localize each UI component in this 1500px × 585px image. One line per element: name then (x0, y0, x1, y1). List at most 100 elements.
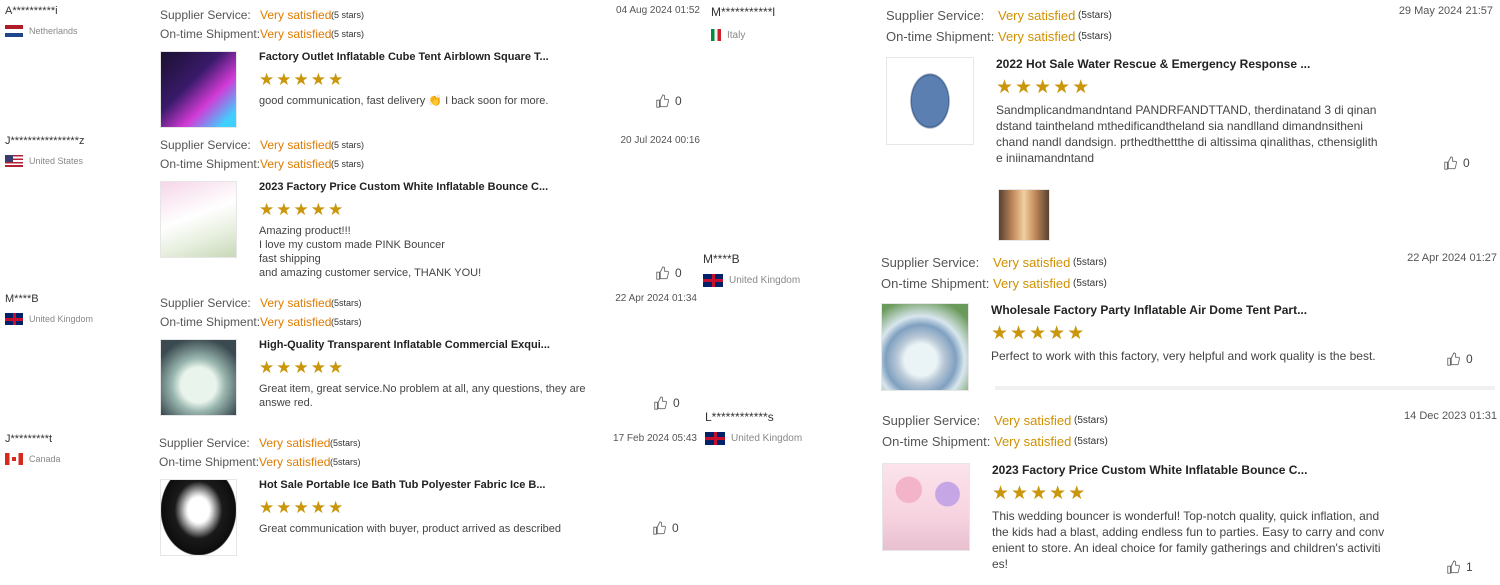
italy-flag-icon (711, 29, 721, 41)
rating-value: Very satisfied (994, 413, 1072, 428)
star-icon: ★ (1048, 323, 1066, 344)
product-block: 2023 Factory Price Custom White Inflatab… (160, 181, 548, 280)
like-count: 0 (1463, 156, 1470, 170)
review-card: M****B United Kingdom Supplier Service: … (703, 252, 1497, 392)
star-icon: ★ (259, 498, 275, 517)
review-date: 22 Apr 2024 01:27 (1407, 252, 1497, 264)
product-title-link[interactable]: 2023 Factory Price Custom White Inflatab… (259, 181, 548, 193)
netherlands-flag-icon (5, 25, 23, 37)
product-thumbnail[interactable] (160, 181, 237, 258)
ratings: Supplier Service: Very satisfied (5stars… (159, 433, 361, 471)
star-icon: ★ (1029, 323, 1047, 344)
review-card: J****************z United States Supplie… (5, 135, 700, 285)
thumbs-up-icon (1447, 560, 1460, 574)
reviewer-info: J****************z United States (5, 135, 155, 167)
reviewer-country: Canada (5, 453, 155, 465)
review-text-line: fast shipping (259, 253, 321, 265)
like-button[interactable]: 0 (653, 396, 680, 410)
star-icon: ★ (1015, 77, 1033, 98)
ratings: Supplier Service: Very satisfied (5stars… (882, 410, 1108, 452)
rating-stars-note: (5stars) (1078, 31, 1112, 42)
product-thumbnail[interactable] (882, 463, 970, 551)
review-date: 22 Apr 2024 01:34 (615, 293, 697, 304)
product-title-link[interactable]: Wholesale Factory Party Inflatable Air D… (991, 303, 1376, 317)
united-states-flag-icon (5, 155, 23, 167)
product-block: High-Quality Transparent Inflatable Comm… (160, 339, 609, 416)
like-button[interactable]: 0 (655, 266, 682, 280)
reviewer-info: J*********t Canada (5, 433, 155, 465)
supplier-service-label: Supplier Service: (881, 255, 980, 270)
product-thumbnail[interactable] (881, 303, 969, 391)
supplier-service-label: Supplier Service: (160, 137, 251, 152)
ratings: Supplier Service: Very satisfied (5 star… (160, 135, 364, 173)
reviewer-name: L************s (705, 410, 774, 424)
product-title-link[interactable]: Factory Outlet Inflatable Cube Tent Airb… (259, 51, 549, 63)
rating-value: Very satisfied (260, 137, 332, 152)
product-title-link[interactable]: Hot Sale Portable Ice Bath Tub Polyester… (259, 479, 561, 491)
rating-stars-note: (5 stars) (331, 9, 365, 20)
star-icon: ★ (991, 323, 1009, 344)
product-title-link[interactable]: High-Quality Transparent Inflatable Comm… (259, 339, 609, 351)
like-count: 0 (1466, 352, 1473, 366)
supplier-service-rating: Supplier Service: Very satisfied (5 star… (160, 135, 364, 154)
product-title-link[interactable]: 2023 Factory Price Custom White Inflatab… (992, 463, 1392, 477)
like-button[interactable]: 0 (655, 94, 682, 108)
supplier-service-rating: Supplier Service: Very satisfied (5stars… (882, 410, 1108, 431)
like-button[interactable]: 0 (652, 521, 679, 535)
review-text: Amazing product!!! I love my custom made… (259, 224, 548, 280)
supplier-service-rating: Supplier Service: Very satisfied (5 star… (160, 5, 364, 24)
reviewer-name: M****B (5, 293, 39, 305)
product-thumbnail[interactable] (160, 339, 237, 416)
country-name: United States (29, 156, 84, 166)
supplier-service-rating: Supplier Service: Very satisfied (5stars… (881, 252, 1107, 273)
star-rating: ★ ★ ★ ★ ★ (259, 71, 549, 88)
reviewer-name: J*********t (5, 433, 53, 445)
product-block: Factory Outlet Inflatable Cube Tent Airb… (160, 51, 549, 128)
star-icon: ★ (1072, 77, 1090, 98)
on-time-shipment-rating: On-time Shipment: Very satisfied (5stars… (881, 273, 1107, 294)
star-icon: ★ (310, 358, 326, 377)
like-count: 1 (1466, 560, 1473, 574)
on-time-shipment-label: On-time Shipment: (160, 26, 261, 41)
on-time-shipment-label: On-time Shipment: (159, 454, 260, 469)
review-text: Great item, great service.No problem at … (259, 383, 586, 409)
like-count: 0 (673, 396, 680, 410)
review-card: M***********l Italy Supplier Service: Ve… (711, 5, 1493, 245)
review-text: Perfect to work with this factory, very … (991, 349, 1376, 363)
reviewer-country: Italy (711, 29, 861, 41)
star-icon: ★ (293, 200, 309, 219)
rating-stars-note: (5stars) (1074, 436, 1108, 447)
like-button[interactable]: 1 (1446, 560, 1473, 574)
on-time-shipment-rating: On-time Shipment: Very satisfied (5stars… (159, 452, 361, 471)
product-thumbnail[interactable] (160, 479, 237, 556)
reviewer-name: M****B (703, 252, 740, 266)
product-thumbnail[interactable] (160, 51, 237, 128)
rating-stars-note: (5stars) (330, 437, 361, 448)
reviewer-info: A**********i Netherlands (5, 5, 155, 37)
country-name: Italy (727, 29, 746, 41)
like-count: 0 (672, 521, 679, 535)
review-text-line: Amazing product!!! (259, 225, 351, 237)
product-thumbnail[interactable] (886, 57, 974, 145)
product-title-link[interactable]: 2022 Hot Sale Water Rescue & Emergency R… (996, 57, 1396, 71)
star-icon: ★ (276, 200, 292, 219)
star-icon: ★ (259, 70, 275, 89)
product-block: 2022 Hot Sale Water Rescue & Emergency R… (886, 57, 1396, 166)
like-button[interactable]: 0 (1443, 156, 1470, 170)
like-button[interactable]: 0 (1446, 352, 1473, 366)
review-photo[interactable] (998, 189, 1050, 241)
star-rating: ★ ★ ★ ★ ★ (259, 201, 548, 218)
country-name: Canada (29, 454, 61, 464)
ratings: Supplier Service: Very satisfied (5stars… (886, 5, 1112, 47)
rating-stars-note: (5 stars) (331, 158, 365, 169)
star-rating: ★ ★ ★ ★ ★ (259, 359, 609, 376)
star-icon: ★ (1053, 77, 1071, 98)
supplier-service-rating: Supplier Service: Very satisfied (5stars… (886, 5, 1112, 26)
on-time-shipment-label: On-time Shipment: (160, 156, 261, 171)
country-name: United Kingdom (29, 314, 94, 324)
rating-stars-note: (5 stars) (331, 28, 365, 39)
reviewer-country: United Kingdom (705, 432, 855, 445)
supplier-service-rating: Supplier Service: Very satisfied (5stars… (160, 293, 362, 312)
on-time-shipment-rating: On-time Shipment: Very satisfied (5stars… (886, 26, 1112, 47)
star-icon: ★ (1068, 483, 1086, 504)
